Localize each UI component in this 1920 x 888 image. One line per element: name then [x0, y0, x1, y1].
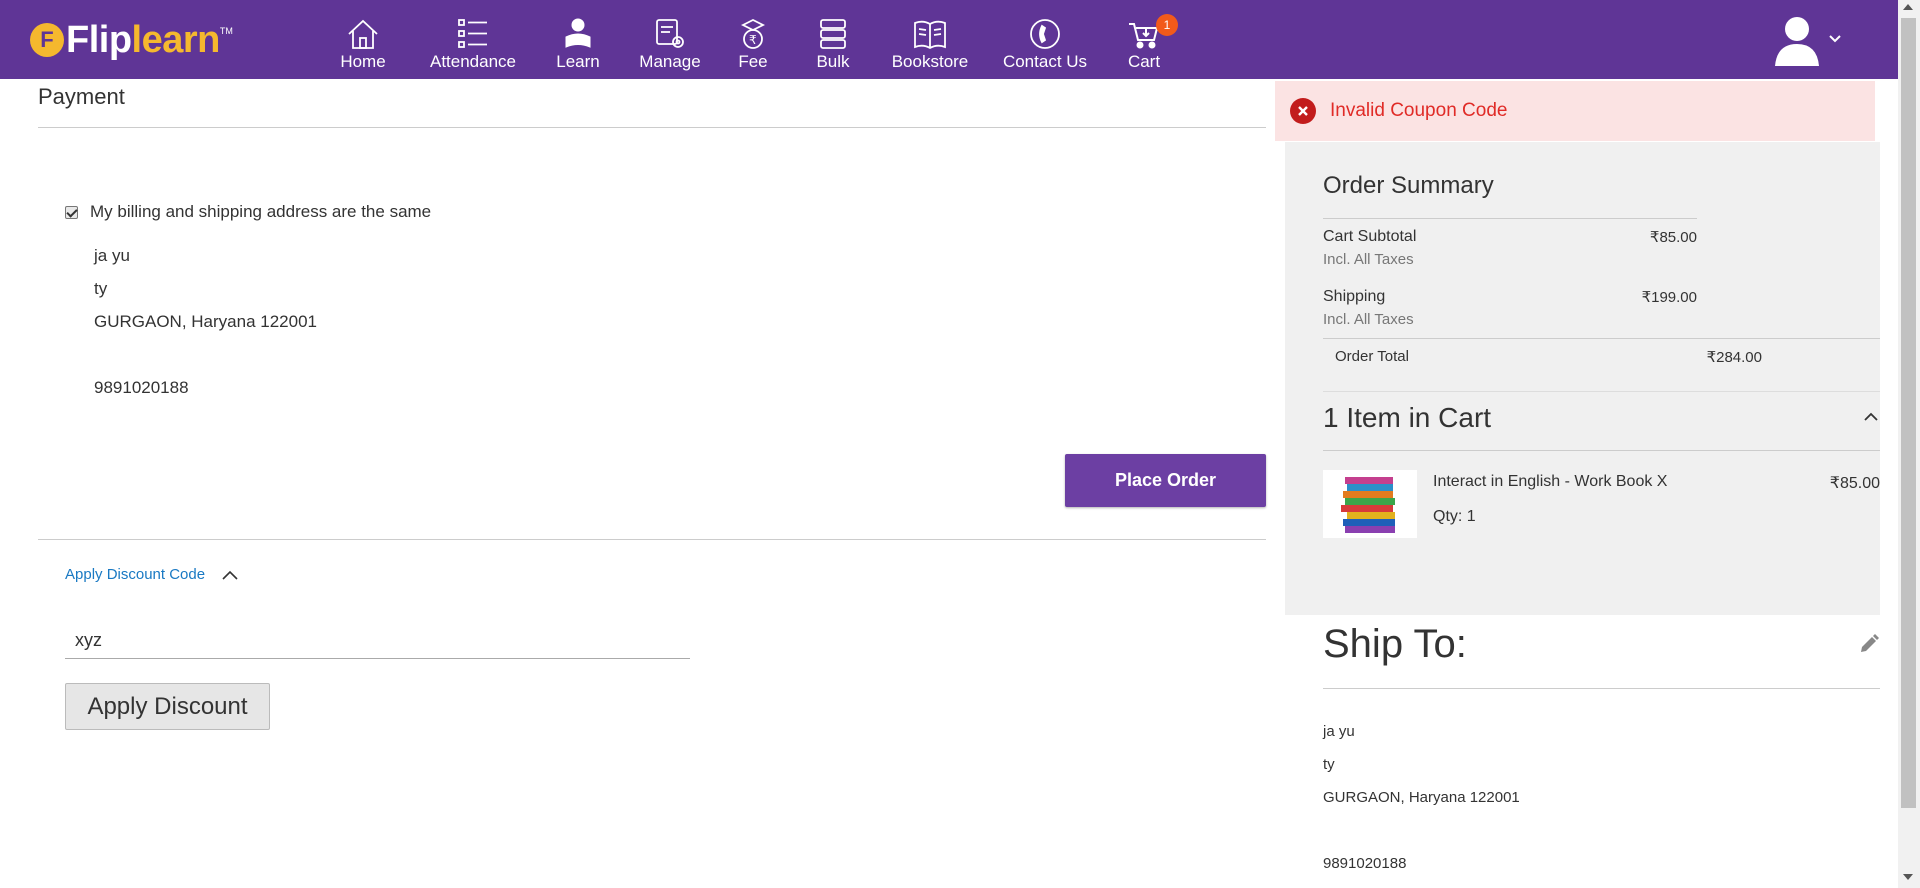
ship-address-street: ty — [1323, 756, 1335, 773]
apply-discount-toggle[interactable]: Apply Discount Code — [65, 566, 239, 583]
cart-subtotal-label: Cart Subtotal — [1323, 228, 1417, 245]
logo-trademark: TM — [219, 26, 233, 36]
rupee-graduate-icon: ₹ — [740, 18, 766, 49]
billing-address-name: ja yu — [94, 246, 130, 265]
nav-home[interactable]: Home — [320, 0, 406, 79]
reader-icon — [565, 18, 591, 48]
scroll-thumb[interactable] — [1901, 18, 1916, 808]
payment-title: Payment — [38, 84, 125, 109]
billing-address-city: GURGAON, Haryana 122001 — [94, 312, 317, 331]
nav-attendance[interactable]: Attendance — [418, 0, 528, 79]
top-header: F Fliplearn TM Home Attendance Learn Man… — [0, 0, 1898, 79]
logo-mark: F — [30, 23, 64, 57]
home-icon — [348, 19, 378, 49]
nav-fee[interactable]: ₹ Fee — [728, 0, 778, 79]
cart-count-badge: 1 — [1156, 14, 1178, 36]
chevron-up-icon — [222, 570, 238, 580]
summary-title-divider — [1323, 218, 1697, 219]
discount-code-input[interactable] — [65, 622, 690, 659]
nav-manage[interactable]: Manage — [634, 0, 706, 79]
cart-subtotal-note: Incl. All Taxes — [1323, 251, 1414, 268]
nav-learn-label: Learn — [556, 52, 600, 71]
order-total-value: ₹284.00 — [1706, 349, 1762, 366]
billing-address-street: ty — [94, 279, 108, 298]
nav-cart-label: Cart — [1127, 52, 1161, 71]
fliplearn-logo[interactable]: F Fliplearn TM — [30, 20, 233, 60]
place-order-button[interactable]: Place Order — [1065, 454, 1266, 507]
cart-item-name: Interact in English - Work Book X — [1433, 473, 1668, 490]
nav-learn[interactable]: Learn — [548, 0, 608, 79]
nav-bookstore[interactable]: Bookstore — [888, 0, 972, 79]
items-divider — [1323, 450, 1880, 451]
nav-contact-label: Contact Us — [1002, 52, 1088, 71]
chevron-up-icon[interactable] — [1863, 410, 1879, 422]
apply-discount-button[interactable]: Apply Discount — [65, 683, 270, 730]
nav-cart[interactable]: Cart 1 — [1124, 0, 1178, 79]
shipping-label: Shipping — [1323, 288, 1386, 305]
nav-bulk[interactable]: Bulk — [808, 0, 858, 79]
order-summary-title: Order Summary — [1323, 172, 1494, 199]
page-scrollbar[interactable] — [1898, 0, 1920, 888]
billing-same-label: My billing and shipping address are the … — [90, 202, 432, 221]
total-divider — [1323, 338, 1880, 339]
cart-divider — [1323, 391, 1880, 392]
discount-divider — [38, 539, 1266, 540]
cart-item-price: ₹85.00 — [1829, 475, 1880, 492]
stack-icon — [820, 19, 846, 49]
payment-divider — [38, 127, 1266, 128]
error-close-icon — [1290, 98, 1316, 124]
chevron-down-icon[interactable] — [1828, 32, 1842, 46]
user-avatar-icon[interactable] — [1773, 14, 1821, 66]
cart-subtotal-value: ₹85.00 — [1649, 229, 1697, 246]
main-nav: Home Attendance Learn Manage ₹ Fee Bulk … — [320, 0, 1178, 79]
cart-item-qty: Qty: 1 — [1433, 508, 1476, 525]
billing-same-row[interactable]: My billing and shipping address are the … — [65, 202, 431, 222]
nav-attendance-label: Attendance — [429, 52, 516, 71]
list-icon — [458, 19, 487, 48]
nav-manage-label: Manage — [639, 52, 701, 71]
manage-gear-icon — [656, 19, 684, 48]
shipping-value: ₹199.00 — [1641, 289, 1697, 306]
order-total-label: Order Total — [1335, 348, 1409, 365]
nav-bookstore-label: Bookstore — [891, 52, 969, 71]
ship-to-divider — [1323, 688, 1880, 689]
ship-address-city: GURGAON, Haryana 122001 — [1323, 789, 1520, 806]
nav-contact-us[interactable]: Contact Us — [1000, 0, 1090, 79]
error-message: Invalid Coupon Code — [1275, 81, 1875, 141]
logo-wordmark: Fliplearn — [66, 19, 220, 61]
billing-address-phone: 9891020188 — [94, 378, 189, 397]
order-summary-panel: Order Summary Cart Subtotal Incl. All Ta… — [1285, 142, 1880, 615]
scroll-down-arrow-icon[interactable] — [1903, 874, 1913, 880]
book-stack-image — [1341, 477, 1395, 533]
product-thumbnail[interactable] — [1323, 470, 1417, 538]
ship-address-phone: 9891020188 — [1323, 855, 1407, 872]
nav-bulk-label: Bulk — [816, 52, 850, 71]
ship-address-name: ja yu — [1323, 723, 1355, 740]
shipping-note: Incl. All Taxes — [1323, 311, 1414, 328]
book-icon — [914, 20, 946, 50]
pencil-edit-icon[interactable] — [1859, 634, 1879, 654]
items-in-cart-heading[interactable]: 1 Item in Cart — [1323, 402, 1491, 434]
nav-home-label: Home — [340, 52, 386, 71]
ship-to-title: Ship To: — [1323, 622, 1467, 666]
nav-fee-label: Fee — [738, 52, 768, 71]
phone-icon — [1030, 19, 1060, 49]
error-text: Invalid Coupon Code — [1330, 100, 1508, 121]
billing-same-checkbox[interactable] — [65, 205, 78, 219]
scroll-up-arrow-icon[interactable] — [1903, 4, 1913, 10]
svg-text:₹: ₹ — [749, 33, 757, 47]
apply-discount-toggle-label: Apply Discount Code — [65, 566, 206, 583]
